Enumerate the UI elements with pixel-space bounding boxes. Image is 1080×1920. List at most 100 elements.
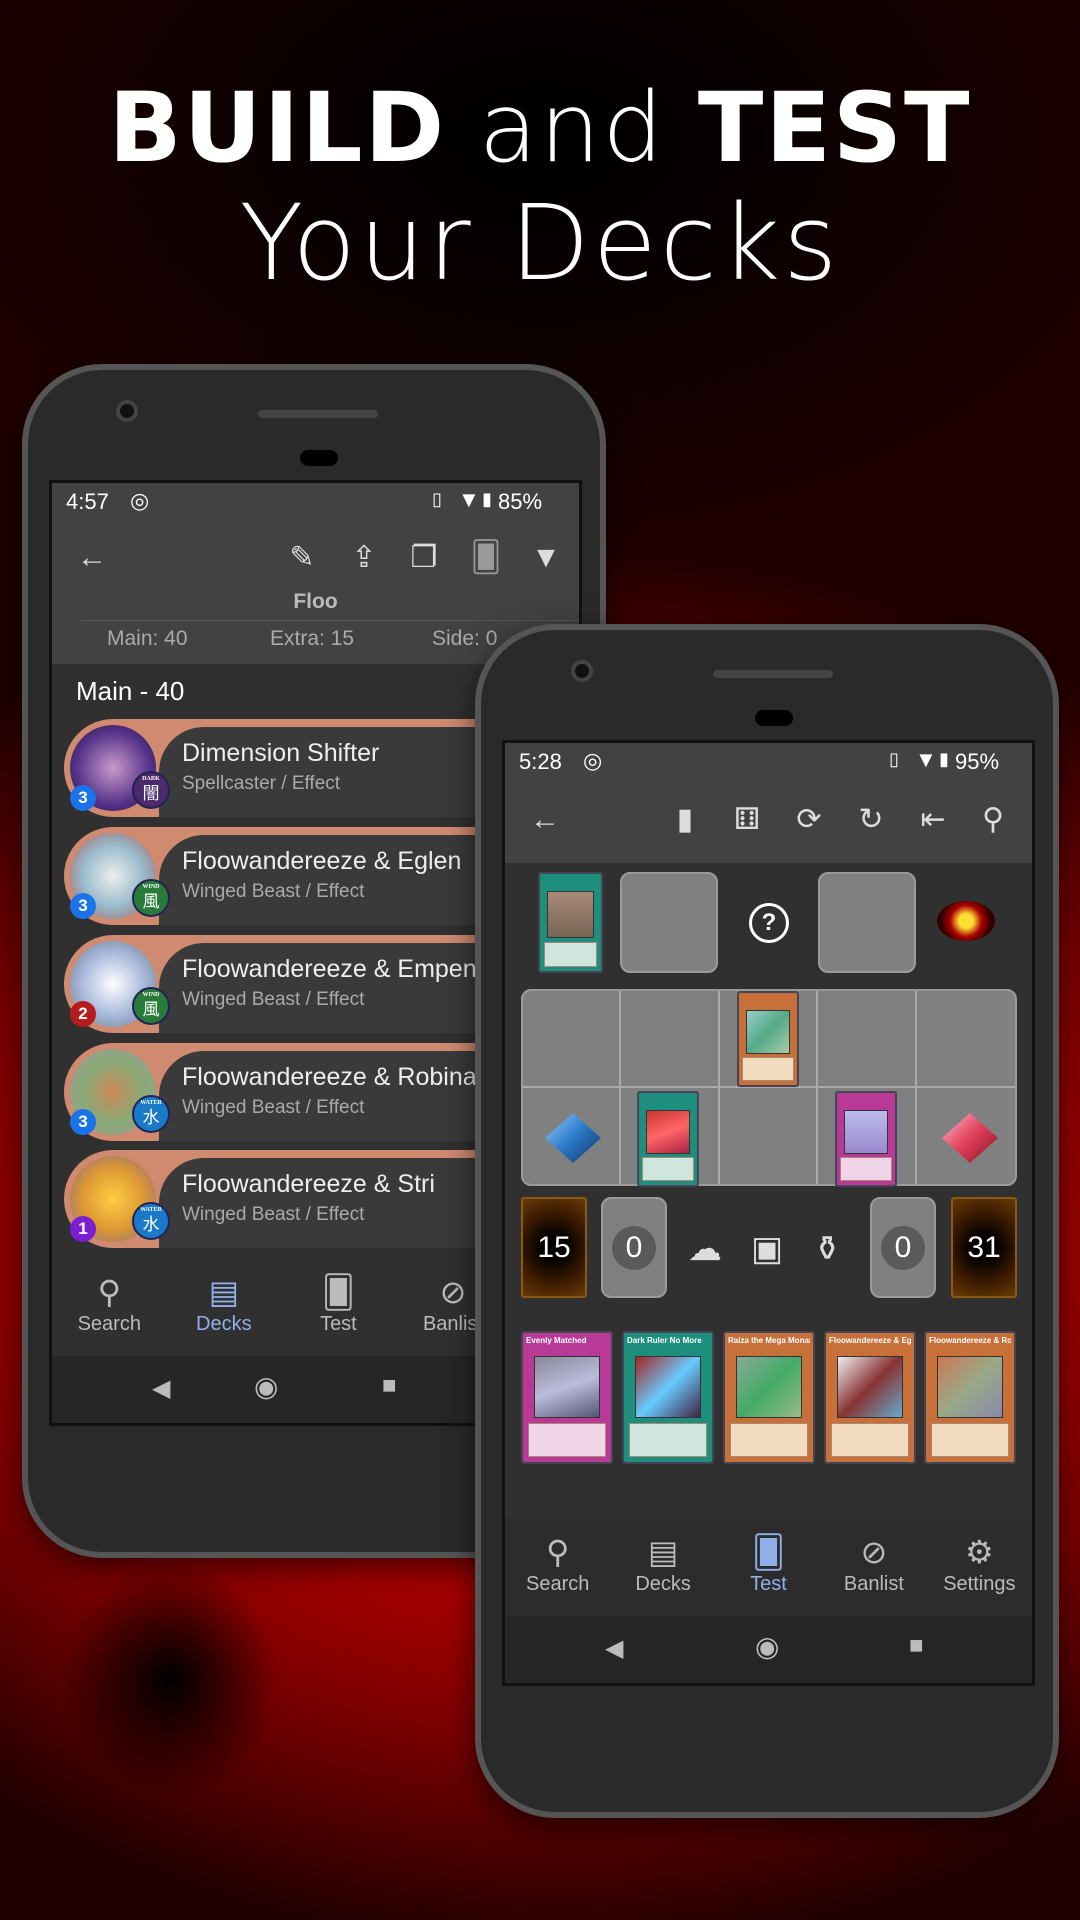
phone-card-icon[interactable]: ▣ xyxy=(751,1229,783,1269)
home-icon[interactable]: ◉ xyxy=(254,1370,278,1403)
card-icon[interactable]: ▮ xyxy=(665,800,705,840)
nav-banlist[interactable]: ⊘ Banlist xyxy=(821,1531,926,1616)
card-type: Winged Beast / Effect xyxy=(182,881,365,902)
cards-icon: 🂠 xyxy=(322,1274,355,1310)
tokens-icon[interactable] xyxy=(937,901,995,941)
field-monster-card[interactable] xyxy=(737,991,799,1087)
search-icon: ⚲ xyxy=(97,1274,121,1310)
back-arrow-icon[interactable]: ← xyxy=(525,800,565,840)
toolbar: ← ▮ ⚅ ⟳ ↻ ⇤ ⚲ xyxy=(505,780,1032,863)
share-icon[interactable]: ⇪ xyxy=(344,538,384,578)
card-name: Floowandereeze & Eglen xyxy=(182,847,462,875)
edit-icon[interactable]: ✎ xyxy=(282,538,322,578)
extra-monster-zone[interactable] xyxy=(620,872,718,973)
shuffle-deck-icon[interactable]: ⟳ xyxy=(789,800,829,840)
attribute-icon: WATER 水 xyxy=(132,1202,170,1240)
card-name: Dimension Shifter xyxy=(182,739,380,767)
nav-decks[interactable]: ▤ Decks xyxy=(167,1271,282,1356)
return-card-icon[interactable]: ⇤ xyxy=(913,800,953,840)
set-trap-card[interactable] xyxy=(835,1091,897,1187)
data-saver-icon: ◎ xyxy=(130,488,150,513)
monster-zone[interactable] xyxy=(818,991,917,1088)
field-spell-card[interactable] xyxy=(538,872,603,973)
gear-icon: ⚙ xyxy=(964,1534,994,1570)
card-name: Floowandereeze & Robina xyxy=(182,1063,477,1091)
copy-count-badge: 3 xyxy=(70,893,96,919)
battery-icon: ▮ xyxy=(482,489,492,509)
card-name: Floowandereeze & Empen xyxy=(182,955,477,983)
back-arrow-icon[interactable]: ← xyxy=(72,538,112,578)
coin-dice-icon[interactable]: ⚅ xyxy=(727,800,767,840)
hand-card[interactable]: Raiza the Mega Monarch xyxy=(723,1331,815,1464)
card-type: Winged Beast / Effect xyxy=(182,989,365,1010)
deck-pile[interactable]: 15 xyxy=(521,1197,587,1298)
deck-icon: ▤ xyxy=(208,1274,239,1310)
nav-settings[interactable]: ⚙ Settings xyxy=(927,1531,1032,1616)
status-bar: 5:28 ◎ ▯ ▼ ▮ 95% xyxy=(505,743,1032,780)
battery-level: 95% xyxy=(955,749,1000,774)
deck-title: Floo xyxy=(293,590,338,613)
back-icon[interactable]: ◀ xyxy=(152,1374,170,1403)
side-count: Side: 0 xyxy=(432,627,498,650)
attribute-icon: WATER 水 xyxy=(132,1095,170,1133)
card-type: Winged Beast / Effect xyxy=(182,1097,365,1118)
nav-decks[interactable]: ▤ Decks xyxy=(610,1531,715,1616)
spell-trap-zone[interactable] xyxy=(720,1087,819,1184)
copy-count-badge: 3 xyxy=(70,785,96,811)
monster-zone[interactable] xyxy=(621,991,720,1088)
card-type: Spellcaster / Effect xyxy=(182,773,341,794)
cards-icon[interactable]: 🂠 xyxy=(466,538,506,578)
recents-icon[interactable]: ■ xyxy=(382,1372,397,1400)
wifi-icon: ▼ xyxy=(458,487,480,512)
copy-icon[interactable]: ❐ xyxy=(404,538,444,578)
set-spell-card[interactable] xyxy=(637,1091,699,1187)
speaker xyxy=(258,410,378,418)
earpiece xyxy=(300,450,338,466)
headline: BUILD and TEST xyxy=(108,72,972,184)
bottom-nav: ⚲ Search ▤ Decks 🂠 Test ⊘ Banlist ⚙ Settings xyxy=(505,1519,1032,1616)
filter-icon[interactable]: ▼ xyxy=(526,538,566,578)
wifi-icon: ▼ xyxy=(915,747,937,772)
right-phone: 5:28 ◎ ▯ ▼ ▮ 95% ← ▮ ⚅ ⟳ ↻ ⇤ ⚲ ? 15 0 ☁ … xyxy=(475,624,1059,1818)
graveyard-pile[interactable]: 0 xyxy=(870,1197,936,1298)
brain-icon[interactable]: ☁ xyxy=(688,1229,722,1269)
hand-card[interactable]: Evenly Matched xyxy=(521,1331,613,1464)
headline-subtitle: Your Decks xyxy=(239,182,841,304)
toolbar: ← ✎ ⇪ ❐ 🂠 ▼ Floo Main: 40 Extra: 15 Side… xyxy=(52,520,579,664)
pot-icon[interactable]: ⚱ xyxy=(813,1229,842,1269)
extra-monster-zone[interactable] xyxy=(818,872,916,973)
hand-card[interactable]: Floowandereeze & Robina xyxy=(924,1331,1016,1464)
banished-count: 0 xyxy=(612,1225,656,1270)
hand-card[interactable]: Dark Ruler No More xyxy=(622,1331,714,1464)
search-icon[interactable]: ⚲ xyxy=(973,800,1013,840)
copy-count-badge: 1 xyxy=(70,1216,96,1242)
speaker xyxy=(713,670,833,678)
nav-test[interactable]: 🂠 Test xyxy=(716,1531,821,1616)
data-saver-icon: ◎ xyxy=(583,748,603,773)
extra-deck-pile[interactable]: 31 xyxy=(951,1197,1017,1298)
status-bar: 4:57 ◎ ▯ ▼ ▮ 85% xyxy=(52,483,579,520)
hand-card[interactable]: Floowandereeze & Eglen xyxy=(824,1331,916,1464)
home-icon[interactable]: ◉ xyxy=(755,1630,779,1663)
recents-icon[interactable]: ■ xyxy=(909,1632,924,1660)
background-shadow xyxy=(60,1560,280,1800)
monster-zone[interactable] xyxy=(523,991,622,1088)
status-time: 5:28 xyxy=(519,749,562,774)
monster-zone[interactable] xyxy=(916,991,1015,1088)
nav-search[interactable]: ⚲ Search xyxy=(52,1271,167,1356)
deck-icon: ▤ xyxy=(647,1534,679,1570)
battery-level: 85% xyxy=(498,489,543,514)
right-screen: 5:28 ◎ ▯ ▼ ▮ 95% ← ▮ ⚅ ⟳ ↻ ⇤ ⚲ ? 15 0 ☁ … xyxy=(502,740,1035,1686)
graveyard-count: 0 xyxy=(881,1225,925,1270)
help-icon[interactable]: ? xyxy=(749,903,789,943)
vibrate-icon: ▯ xyxy=(432,489,442,509)
nav-test[interactable]: 🂠 Test xyxy=(281,1271,396,1356)
back-icon[interactable]: ◀ xyxy=(605,1634,623,1663)
reset-icon[interactable]: ↻ xyxy=(851,800,891,840)
attribute-icon: WIND 風 xyxy=(132,987,170,1025)
nav-search[interactable]: ⚲ Search xyxy=(505,1531,610,1616)
banished-pile[interactable]: 0 xyxy=(601,1197,667,1298)
extra-count: Extra: 15 xyxy=(270,627,355,650)
battery-icon: ▮ xyxy=(939,749,949,769)
camera xyxy=(571,660,593,682)
